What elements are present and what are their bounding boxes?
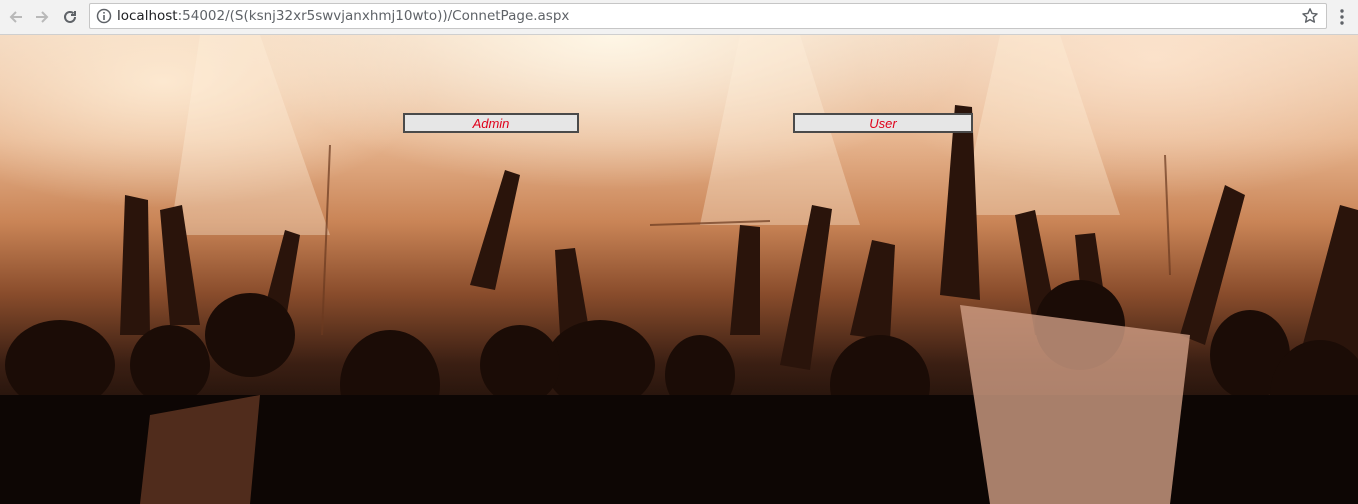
address-bar[interactable]: localhost:54002/(S(ksnj32xr5swvjanxhmj10… <box>89 3 1327 29</box>
concert-crowd-background <box>0 35 1358 504</box>
back-button[interactable] <box>5 6 27 28</box>
admin-button[interactable]: Admin <box>403 113 579 133</box>
arrow-left-icon <box>9 11 22 23</box>
arrow-right-icon <box>36 11 49 23</box>
more-vert-icon[interactable] <box>1339 8 1345 26</box>
url-host: localhost <box>117 8 178 24</box>
url-text: localhost:54002/(S(ksnj32xr5swvjanxhmj10… <box>117 8 569 25</box>
star-icon[interactable] <box>1301 7 1319 25</box>
user-button[interactable]: User <box>793 113 973 133</box>
forward-button[interactable] <box>31 6 53 28</box>
reload-button[interactable] <box>59 6 81 28</box>
browser-toolbar: localhost:54002/(S(ksnj32xr5swvjanxhmj10… <box>0 0 1358 35</box>
reload-icon <box>64 10 76 23</box>
url-path: :54002/(S(ksnj32xr5swvjanxhmj10wto))/Con… <box>177 8 570 24</box>
page-content: Admin User <box>0 35 1358 504</box>
info-icon[interactable] <box>96 8 112 24</box>
